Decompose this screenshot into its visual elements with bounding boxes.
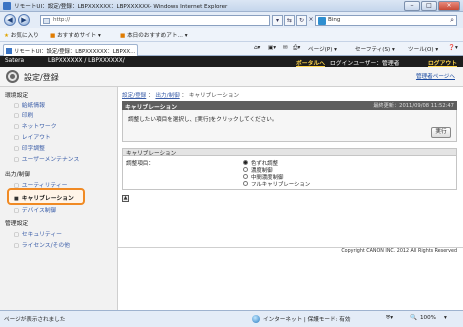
page-title: 設定/登録: [24, 73, 59, 82]
home-icon[interactable]: ⌂▾: [254, 45, 260, 51]
forward-button[interactable]: ▶: [18, 14, 30, 26]
radio-selected[interactable]: [243, 160, 248, 165]
logout-link[interactable]: ログアウト: [428, 58, 457, 67]
zoom-dropdown-icon[interactable]: ▾: [444, 315, 447, 321]
execute-button[interactable]: 実行: [431, 127, 451, 138]
mail-icon[interactable]: ✉: [283, 45, 288, 51]
print-icon[interactable]: ⎙▾: [293, 45, 300, 52]
browser-titlebar: リモートUI：設定/登録：LBPXXXXXX：LBPXXXXXX- Window…: [0, 0, 463, 12]
breadcrumb-settings[interactable]: 設定/登録: [122, 93, 146, 99]
main-content: 設定/登録 ： 出力/制御 ： キャリブレーション キャリブレーション 最終更新…: [118, 87, 463, 310]
tab-page-icon: [6, 48, 12, 54]
radio-unselected[interactable]: [243, 167, 248, 172]
breadcrumb-current: キャリブレーション: [188, 93, 240, 99]
subsection-header: キャリブレーション: [122, 148, 457, 157]
calibration-options: 調整項目： 色ずれ調整 濃度制御 中間濃度制御 フルキャリブレーション: [122, 156, 457, 190]
feeds-icon[interactable]: ▣▾: [268, 45, 276, 51]
tab-title: リモートUI：設定/登録：LBPXXXXXX：LBPXX…: [14, 49, 136, 55]
sidebar-item-calibration[interactable]: キャリブレーション: [14, 193, 74, 202]
brand-name: Satera: [5, 58, 25, 64]
zoom-level[interactable]: 100%: [420, 315, 436, 321]
instruction-text: 調整したい項目を選択し、[実行]をクリックしてください。: [128, 117, 278, 123]
protected-mode-icon[interactable]: ⛨▾: [386, 315, 393, 322]
compat-view-icon[interactable]: ⇆: [284, 15, 295, 26]
address-dropdown-button[interactable]: ▾: [272, 15, 283, 26]
sidebar-item-device-control[interactable]: デバイス制御: [14, 205, 57, 214]
maximize-button[interactable]: □: [421, 1, 437, 11]
zone-text: インターネット | 保護モード: 有効: [263, 317, 351, 323]
minimize-button[interactable]: –: [404, 1, 420, 11]
page-top-icon[interactable]: ▲: [122, 195, 129, 202]
close-button[interactable]: ×: [438, 1, 460, 11]
star-icon: ★: [4, 33, 10, 39]
refresh-icon[interactable]: ↻: [296, 15, 307, 26]
sidebar-item-license[interactable]: ライセンス/その他: [14, 240, 70, 249]
portal-link[interactable]: ポータルへ: [296, 58, 325, 67]
menu-tools[interactable]: ツール(O) ▾: [408, 45, 438, 53]
status-bar: ページが表示されました インターネット | 保護モード: 有効 ⛨▾ 🔍 100…: [0, 310, 463, 327]
device-name: LBPXXXXXX / LBPXXXXXX/: [48, 58, 125, 64]
page-title-band: 設定/登録 管理者ページへ: [0, 67, 463, 87]
copyright: Copyright CANON INC. 2012 All Rights Res…: [341, 249, 457, 254]
settings-gear-icon: [6, 70, 19, 83]
address-bar[interactable]: http://: [40, 15, 270, 26]
favorites-bar: ★ お気に入り ■ おすすめサイト ▾ ■ 本日のおすすめアト… ▾: [0, 28, 463, 42]
stop-icon[interactable]: ×: [308, 15, 314, 26]
zoom-icon[interactable]: 🔍: [410, 315, 417, 321]
sidebar-item-security[interactable]: セキュリティー: [14, 229, 62, 238]
section-header: キャリブレーション 最終更新：2011/09/08 11:52:47: [122, 101, 457, 111]
address-row: ◀ ▶ http:// ▾ ⇆ ↻ × Bing ⌕: [0, 12, 463, 28]
globe-icon: [252, 315, 260, 323]
web-slice-link[interactable]: ■ 本日のおすすめアト… ▾: [120, 31, 188, 39]
radio-unselected[interactable]: [243, 174, 248, 179]
last-update: 最終更新：2011/09/08 11:52:47: [373, 103, 454, 109]
sidebar-item-paper[interactable]: 給紙情報: [14, 100, 45, 109]
ie-icon: [3, 2, 11, 10]
login-user: ログインユーザー：管理者: [330, 61, 400, 67]
instruction-box: 調整したい項目を選択し、[実行]をクリックしてください。 実行: [122, 110, 457, 142]
radio-unselected[interactable]: [243, 181, 248, 186]
footer-divider: [118, 247, 463, 248]
menu-safety[interactable]: セーフティ(S) ▾: [355, 45, 395, 53]
search-icon[interactable]: ⌕: [450, 16, 454, 25]
sidebar-section-admin: 管理設定: [5, 221, 29, 227]
tab-remote-ui[interactable]: リモートUI：設定/登録：LBPXXXXXX：LBPXX…: [3, 44, 138, 56]
sidebar-item-network[interactable]: ネットワーク: [14, 121, 57, 130]
bing-icon: [318, 17, 326, 25]
search-box[interactable]: Bing ⌕: [315, 15, 457, 26]
sidebar-section-env: 環境設定: [5, 93, 29, 99]
sidebar-item-print[interactable]: 印刷: [14, 110, 34, 119]
status-text: ページが表示されました: [4, 317, 66, 323]
help-icon[interactable]: ❓▾: [448, 45, 458, 51]
sidebar-item-print-adjust[interactable]: 印字調整: [14, 143, 45, 152]
admin-page-link[interactable]: 管理者ページへ: [416, 72, 455, 80]
address-value: http://: [53, 17, 71, 23]
remote-ui-header: Satera LBPXXXXXX / LBPXXXXXX/ ポータルへ ログイン…: [0, 56, 463, 67]
web-slice-icon: ■: [120, 33, 126, 39]
tab-row: リモートUI：設定/登録：LBPXXXXXX：LBPXX… ⌂▾ ▣▾ ✉ ⎙▾…: [0, 42, 463, 56]
page-icon: [43, 18, 50, 24]
suggested-sites-icon: ■: [50, 33, 56, 39]
breadcrumb: 設定/登録 ： 出力/制御 ： キャリブレーション: [122, 93, 240, 99]
menu-page[interactable]: ページ(P) ▾: [308, 45, 337, 53]
adjust-item-label: 調整項目：: [126, 161, 154, 167]
suggested-sites-link[interactable]: ■ おすすめサイト ▾: [50, 31, 101, 39]
sidebar-section-output: 出力/制御: [5, 172, 31, 178]
breadcrumb-output[interactable]: 出力/制御: [155, 93, 179, 99]
sidebar: 環境設定 給紙情報 印刷 ネットワーク レイアウト 印字調整 ユーザーメンテナン…: [0, 87, 118, 310]
sidebar-item-user-maintenance[interactable]: ユーザーメンテナンス: [14, 154, 80, 163]
window-title: リモートUI：設定/登録：LBPXXXXXX：LBPXXXXXX- Window…: [14, 4, 228, 10]
back-button[interactable]: ◀: [4, 14, 16, 26]
search-value: Bing: [328, 17, 341, 23]
sidebar-item-layout[interactable]: レイアウト: [14, 132, 51, 141]
favorites-button[interactable]: ★ お気に入り: [4, 31, 39, 39]
